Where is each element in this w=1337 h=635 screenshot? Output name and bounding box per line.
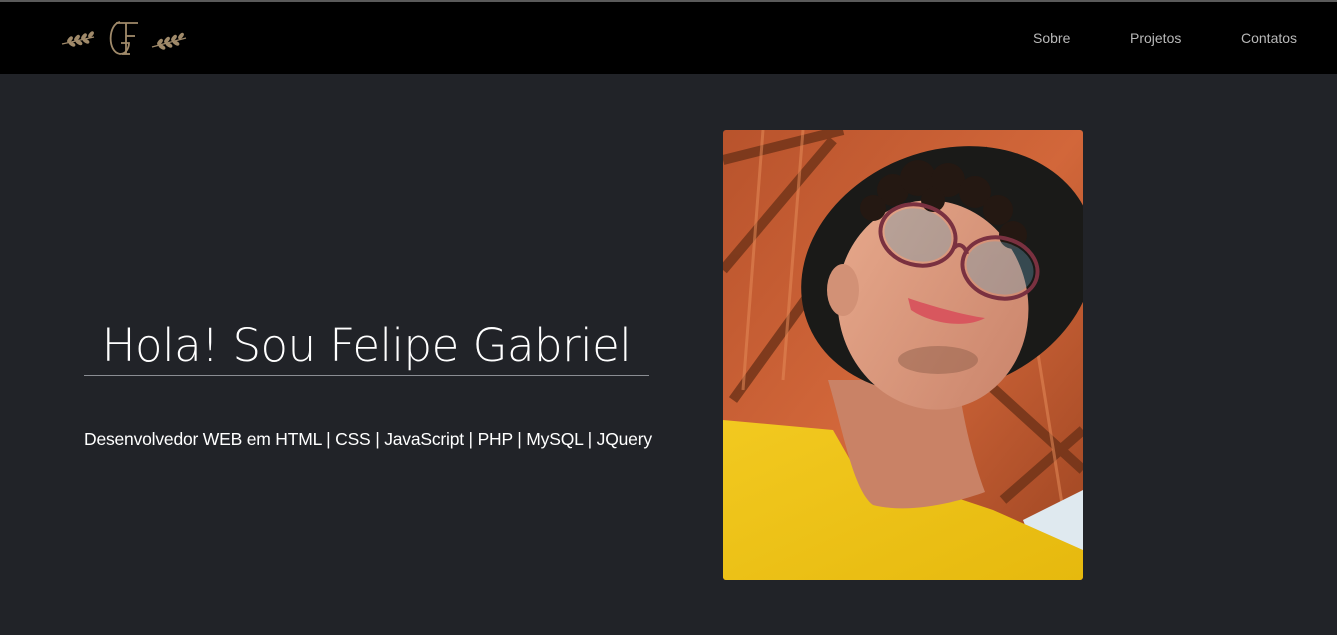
hero-title: Hola! Sou Felipe Gabriel [101,319,632,372]
profile-photo-icon [723,130,1083,580]
title-divider [84,375,649,376]
profile-photo [723,130,1083,580]
nav-link-sobre[interactable]: Sobre [1033,30,1070,46]
nav-link-contatos[interactable]: Contatos [1241,30,1297,46]
nav-link-projetos[interactable]: Projetos [1130,30,1181,46]
monogram-logo-icon[interactable] [58,16,190,60]
hero-subtitle: Desenvolvedor WEB em HTML | CSS | JavaSc… [84,428,652,449]
navbar: Sobre Projetos Contatos [0,2,1337,74]
